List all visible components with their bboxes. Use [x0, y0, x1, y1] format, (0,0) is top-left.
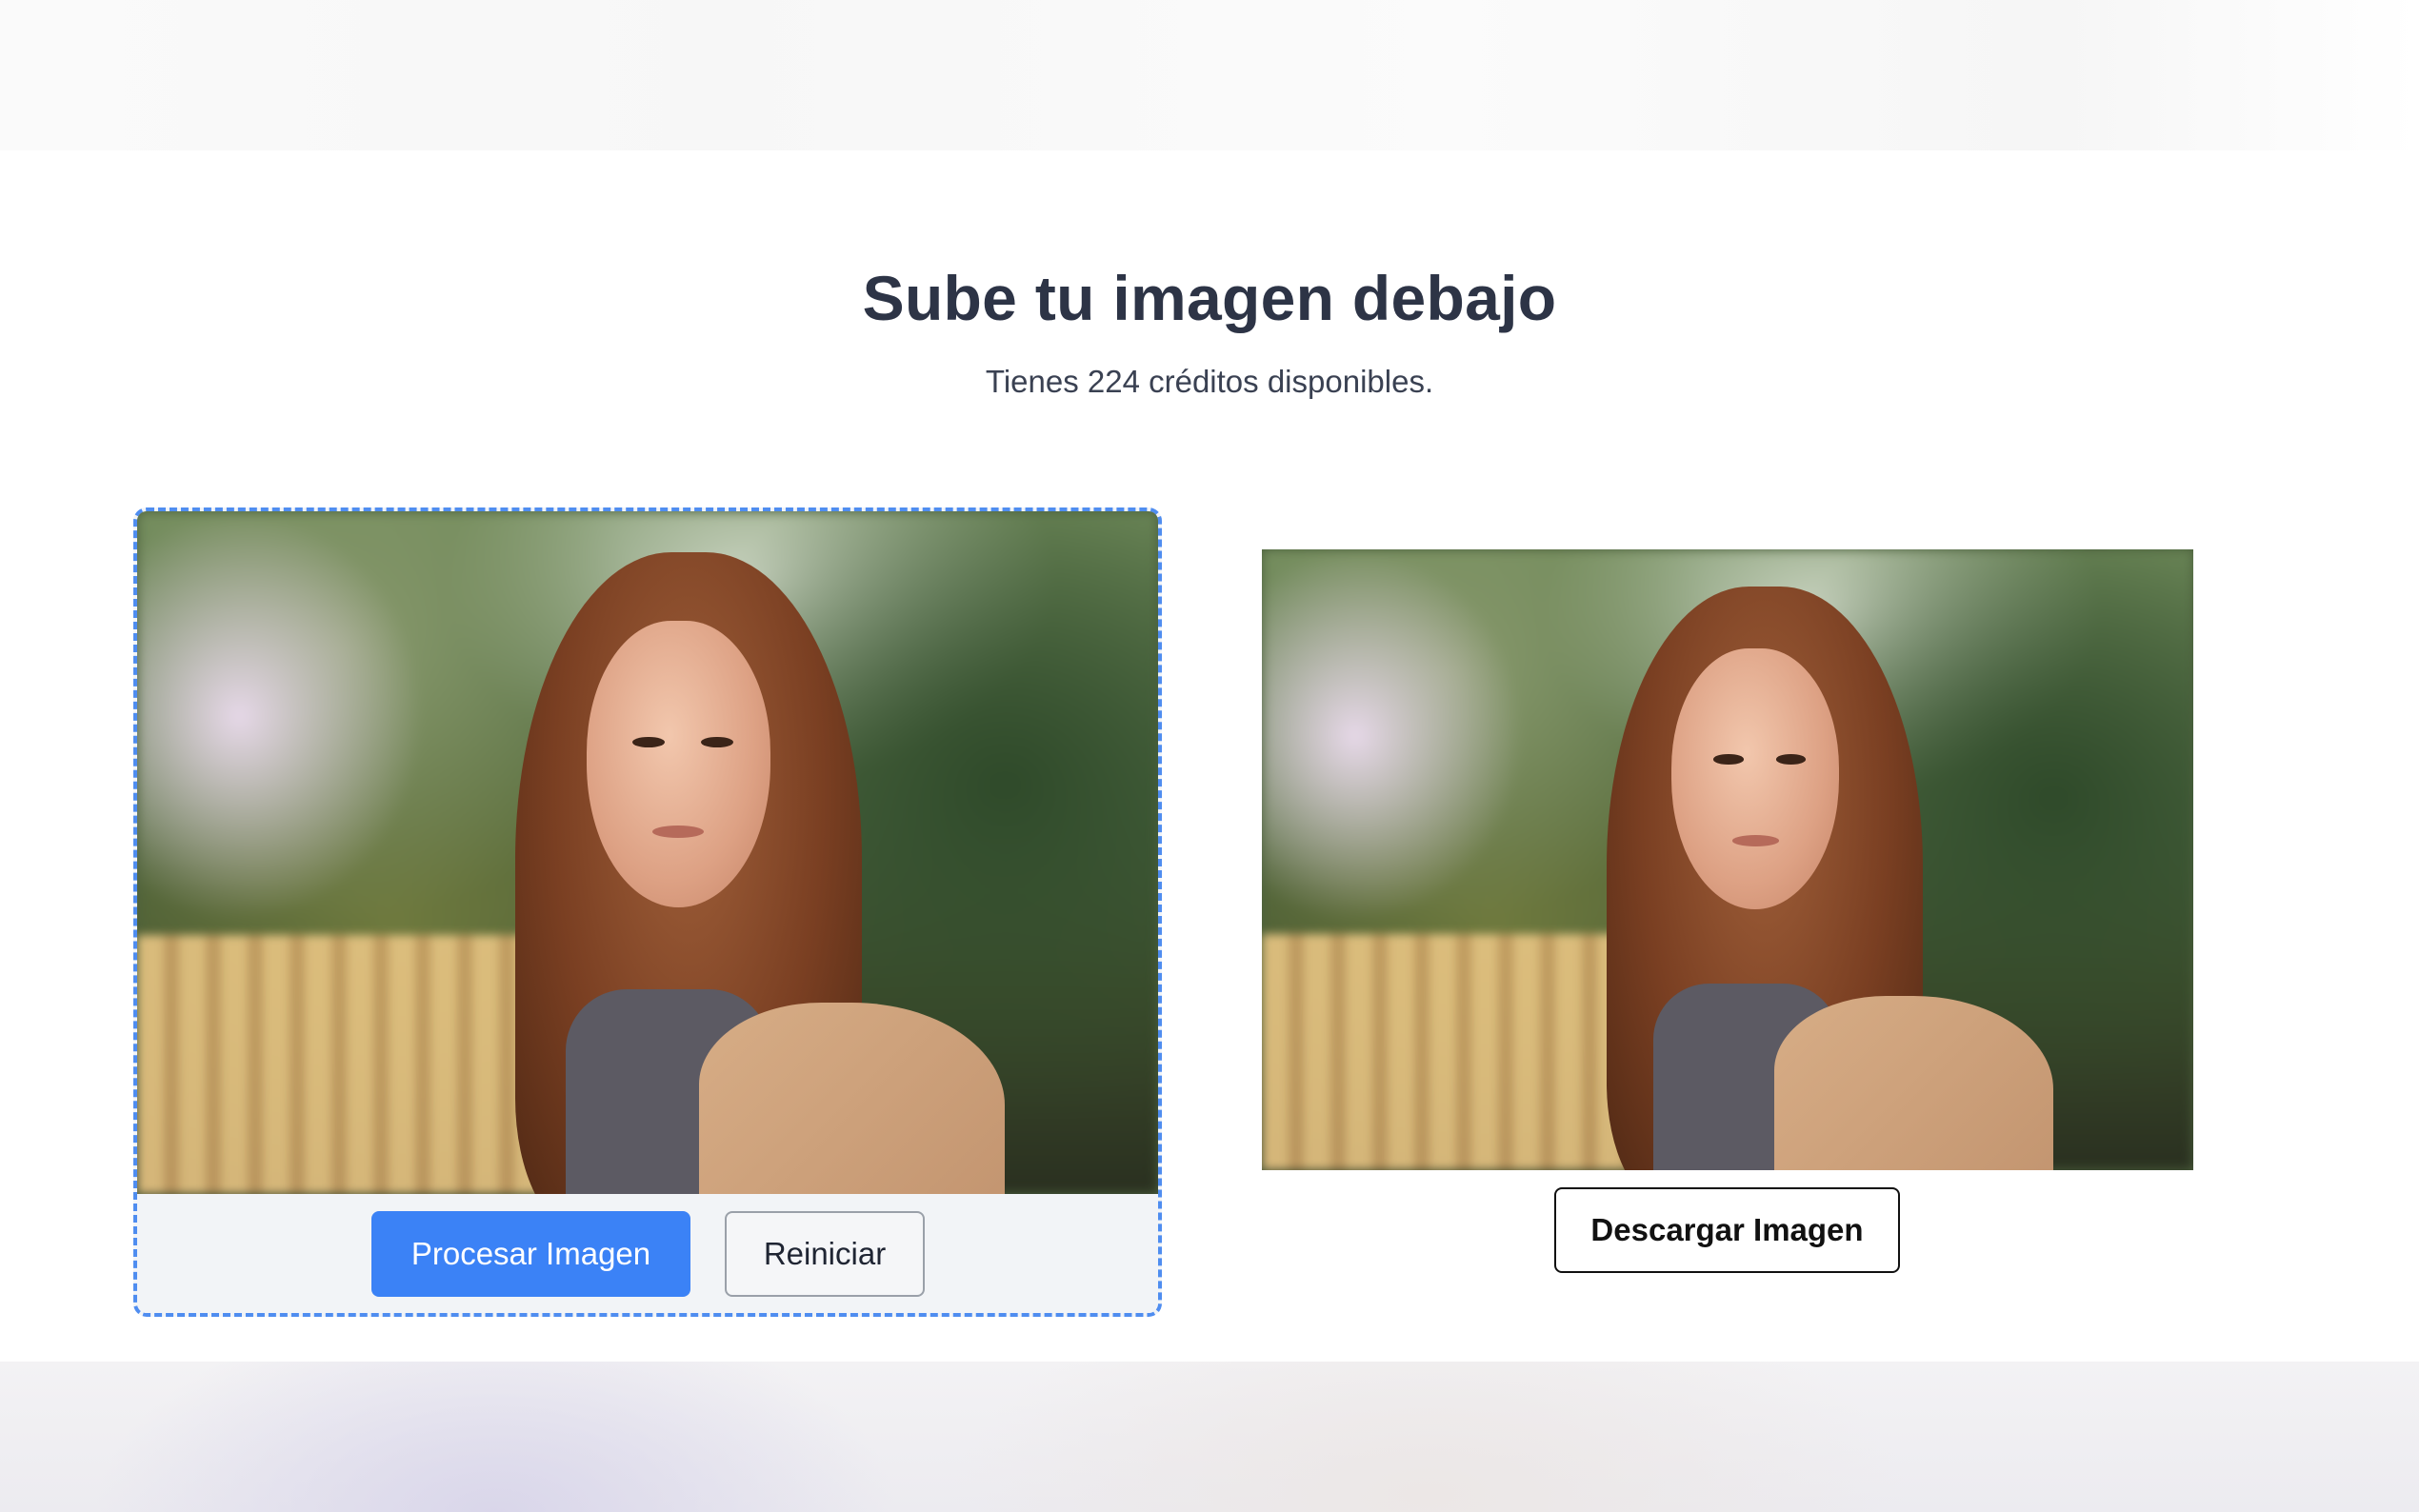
image-upload-dropzone[interactable]: Procesar Imagen Reiniciar — [133, 507, 1162, 1317]
process-image-button[interactable]: Procesar Imagen — [371, 1211, 690, 1297]
reset-button[interactable]: Reiniciar — [725, 1211, 925, 1297]
bottom-background-band — [0, 1362, 2419, 1512]
credits-text: Tienes 224 créditos disponibles. — [985, 364, 1434, 399]
processed-image — [1262, 549, 2193, 1170]
original-image — [137, 511, 1158, 1194]
page-title: Sube tu imagen debajo — [862, 263, 1557, 333]
upload-action-bar: Procesar Imagen Reiniciar — [137, 1194, 1158, 1313]
download-image-button[interactable]: Descargar Imagen — [1554, 1187, 1900, 1273]
top-background-band — [0, 0, 2419, 150]
